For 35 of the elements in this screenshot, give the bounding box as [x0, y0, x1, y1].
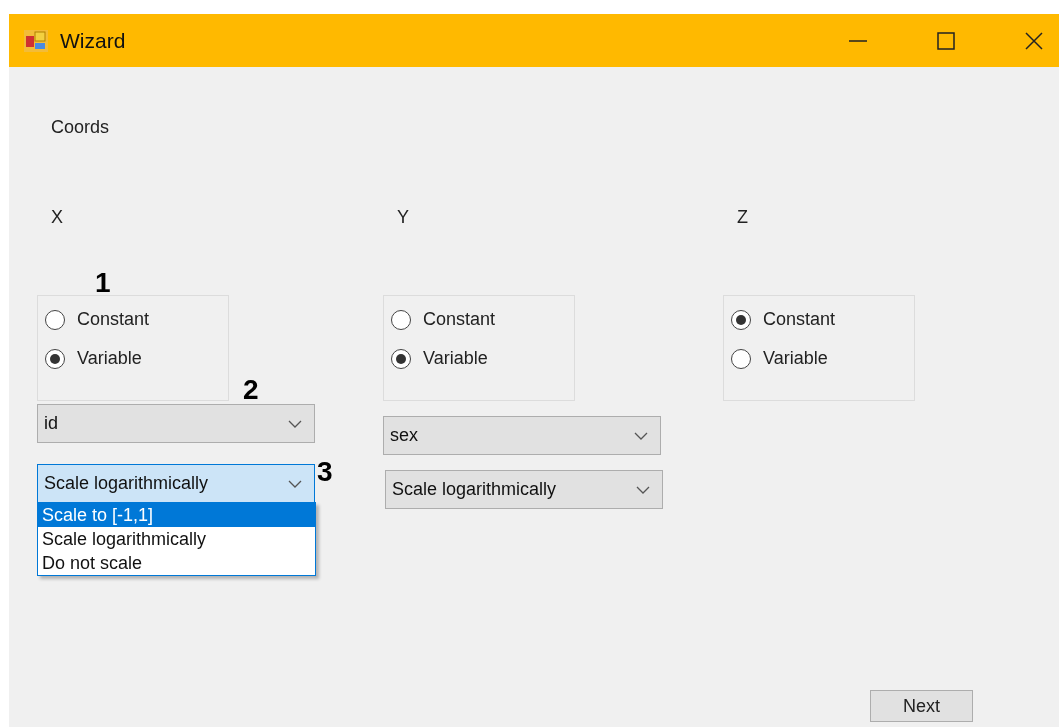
variable-dropdown[interactable]: sex [383, 416, 661, 455]
axis-label: X [51, 207, 63, 228]
annotation-number: 1 [95, 267, 111, 299]
radio-option[interactable]: Constant [45, 309, 228, 330]
scaling-dropdown[interactable]: Scale logarithmically [385, 470, 663, 509]
variable-dropdown[interactable]: id [37, 404, 315, 443]
radio-icon[interactable] [731, 348, 751, 369]
radio-option[interactable]: Variable [45, 348, 228, 369]
section-label: Coords [51, 117, 110, 138]
radio-option[interactable]: Variable [391, 348, 574, 369]
close-icon[interactable] [1025, 31, 1043, 50]
maximize-icon[interactable] [937, 31, 955, 50]
window-title: Wizard [60, 28, 126, 53]
annotation-number: 3 [317, 456, 333, 488]
scaling-dropdown[interactable]: Scale logarithmically [37, 464, 315, 503]
dropdown-item[interactable]: Scale to [-1,1] [38, 503, 315, 527]
radio-icon[interactable] [391, 309, 411, 330]
radio-icon[interactable] [45, 309, 65, 330]
radio-icon[interactable] [45, 348, 65, 369]
annotation-number: 2 [243, 374, 259, 406]
chevron-icon [288, 479, 302, 488]
dropdown-item[interactable]: Scale logarithmically [38, 527, 315, 551]
axis-label: Z [737, 207, 748, 228]
radio-option[interactable]: Constant [391, 309, 574, 330]
radio-icon[interactable] [391, 348, 411, 369]
chevron-icon [288, 419, 302, 428]
app-icon [24, 29, 48, 52]
radio-option[interactable]: Constant [731, 309, 914, 330]
chevron-icon [636, 485, 650, 494]
radio-icon[interactable] [731, 309, 751, 330]
radio-option[interactable]: Variable [731, 348, 914, 369]
dropdown-item[interactable]: Do not scale [38, 551, 315, 575]
axis-label: Y [397, 207, 409, 228]
next-button[interactable]: Next [870, 690, 973, 722]
chevron-icon [634, 431, 648, 440]
